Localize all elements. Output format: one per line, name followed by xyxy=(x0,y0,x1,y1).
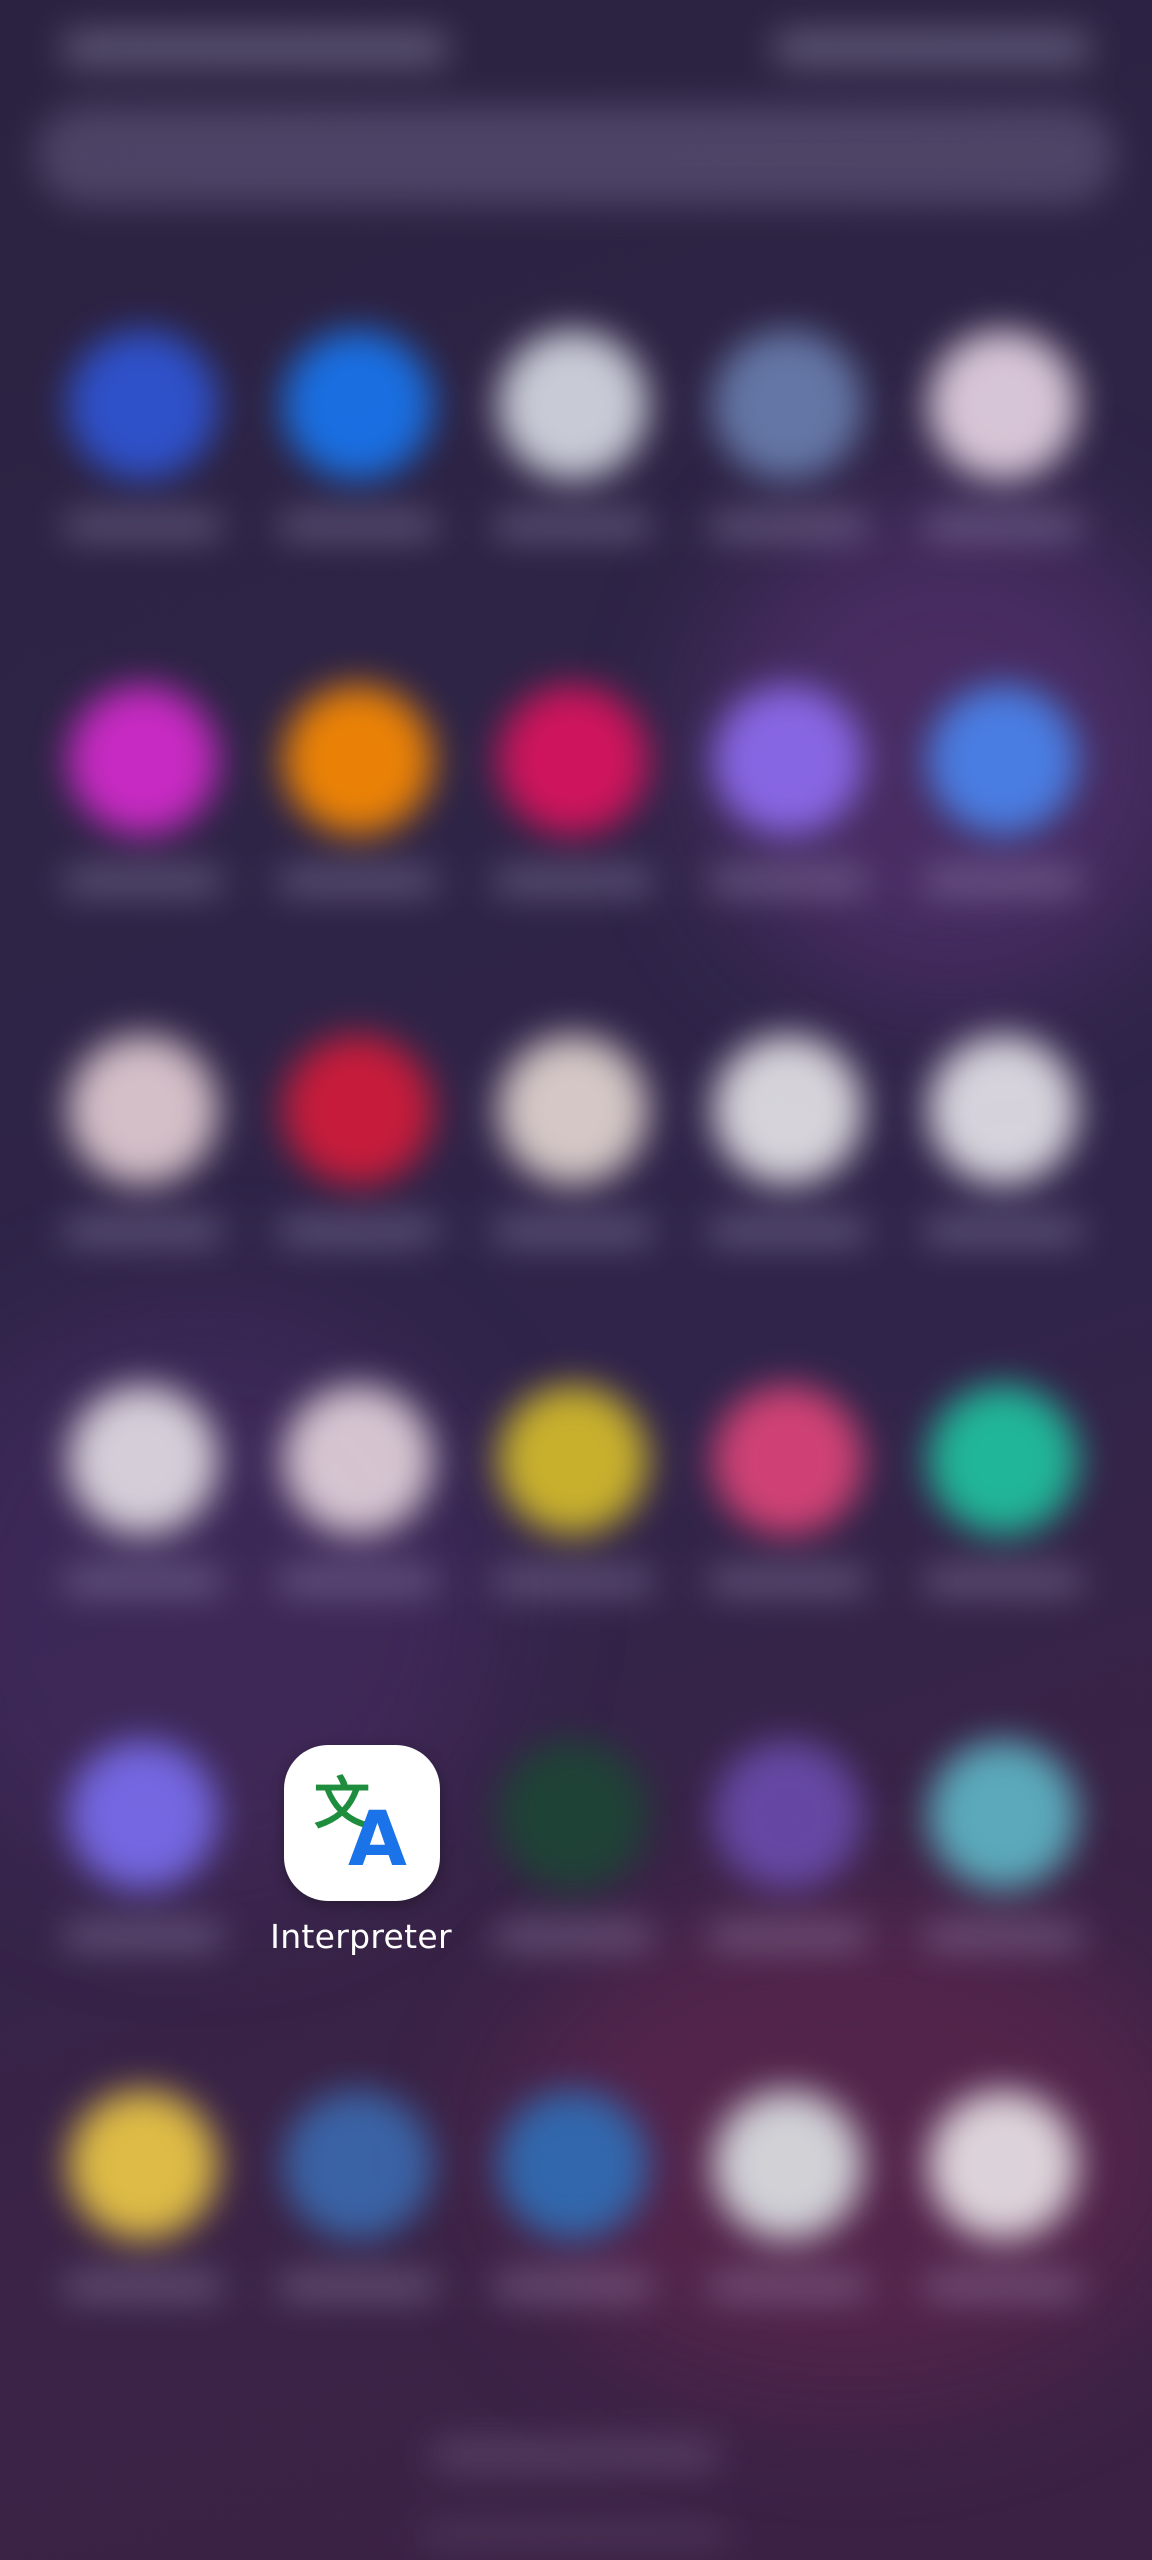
status-bar-right xyxy=(772,30,1092,66)
app-label-blurred xyxy=(493,515,653,537)
app-label-blurred xyxy=(278,870,438,892)
app-icon-blurred[interactable] xyxy=(908,330,1098,590)
app-icon-blurred[interactable] xyxy=(693,1385,883,1645)
app-icon-shape xyxy=(928,1035,1078,1185)
app-icon-shape xyxy=(498,1385,648,1535)
app-icon-blurred[interactable] xyxy=(908,1035,1098,1295)
app-label-blurred xyxy=(63,870,223,892)
app-label-blurred xyxy=(63,1220,223,1242)
app-icon-shape xyxy=(68,1035,218,1185)
app-icon-shape xyxy=(498,1035,648,1185)
app-icon-blurred[interactable] xyxy=(263,2090,453,2350)
app-icon-shape xyxy=(713,330,863,480)
app-label-blurred xyxy=(923,515,1083,537)
app-label-blurred xyxy=(923,870,1083,892)
app-icon-blurred[interactable] xyxy=(48,330,238,590)
app-icon-shape xyxy=(928,330,1078,480)
app-label-blurred xyxy=(278,515,438,537)
translate-icon: 文 A xyxy=(284,1745,440,1901)
app-icon-shape xyxy=(68,1385,218,1535)
app-label-blurred xyxy=(278,1570,438,1592)
app-icon-blurred[interactable] xyxy=(478,1385,668,1645)
app-icon-shape xyxy=(68,1740,218,1890)
app-icon-blurred[interactable] xyxy=(263,330,453,590)
app-label-blurred xyxy=(923,1925,1083,1947)
app-icon-blurred[interactable] xyxy=(693,330,883,590)
app-icon-blurred[interactable] xyxy=(48,2090,238,2350)
app-icon-shape xyxy=(713,685,863,835)
navigation-bar xyxy=(420,2525,730,2545)
app-icon-shape xyxy=(68,2090,218,2240)
app-label-blurred xyxy=(493,2275,653,2297)
app-icon-blurred[interactable] xyxy=(263,685,453,945)
app-label-blurred xyxy=(63,1925,223,1947)
app-icon-blurred[interactable] xyxy=(478,1035,668,1295)
app-icon-blurred[interactable] xyxy=(263,1385,453,1645)
app-label-blurred xyxy=(708,1570,868,1592)
app-icon-blurred[interactable] xyxy=(693,685,883,945)
app-icon-blurred[interactable] xyxy=(693,1035,883,1295)
app-icon-blurred[interactable] xyxy=(48,1385,238,1645)
app-icon-shape xyxy=(928,1385,1078,1535)
app-icon-shape xyxy=(68,330,218,480)
app-icon-shape xyxy=(498,685,648,835)
app-icon-blurred[interactable] xyxy=(478,330,668,590)
app-icon-blurred[interactable] xyxy=(48,1740,238,2000)
app-icon-shape xyxy=(713,1385,863,1535)
app-icon-shape xyxy=(498,1740,648,1890)
app-label-blurred xyxy=(708,2275,868,2297)
app-label-blurred xyxy=(493,1220,653,1242)
app-icon-shape xyxy=(498,2090,648,2240)
app-icon-shape xyxy=(283,330,433,480)
app-label-blurred xyxy=(708,515,868,537)
app-icon-blurred[interactable] xyxy=(48,1035,238,1295)
app-icon-shape xyxy=(498,330,648,480)
app-label-blurred xyxy=(708,1220,868,1242)
app-label-blurred xyxy=(923,1570,1083,1592)
app-icon-blurred[interactable] xyxy=(478,685,668,945)
app-label-blurred xyxy=(278,1220,438,1242)
app-label-blurred xyxy=(923,2275,1083,2297)
app-label-blurred xyxy=(493,1570,653,1592)
app-icon-blurred[interactable] xyxy=(908,1385,1098,1645)
app-label-blurred xyxy=(708,1925,868,1947)
app-label-blurred xyxy=(63,1570,223,1592)
app-icon-blurred[interactable] xyxy=(908,1740,1098,2000)
app-icon-blurred[interactable] xyxy=(908,2090,1098,2350)
app-icon-shape xyxy=(283,2090,433,2240)
app-icon-blurred[interactable] xyxy=(693,1740,883,2000)
app-icon-shape xyxy=(283,1385,433,1535)
app-icon-blurred[interactable] xyxy=(693,2090,883,2350)
app-icon-shape xyxy=(928,685,1078,835)
app-label: Interpreter xyxy=(270,1917,452,1956)
app-label-blurred xyxy=(63,2275,223,2297)
app-icon-shape xyxy=(713,1740,863,1890)
app-interpreter[interactable]: 文 A Interpreter xyxy=(270,1745,481,1965)
app-icon-shape xyxy=(928,2090,1078,2240)
app-label-blurred xyxy=(708,870,868,892)
app-icon-shape xyxy=(283,1035,433,1185)
app-label-blurred xyxy=(493,870,653,892)
app-label-blurred xyxy=(63,515,223,537)
app-label-blurred xyxy=(278,2275,438,2297)
app-icon-blurred[interactable] xyxy=(908,685,1098,945)
app-icon-blurred[interactable] xyxy=(478,1740,668,2000)
page-indicator xyxy=(430,2440,720,2470)
app-icon-shape xyxy=(68,685,218,835)
translate-icon-glyph-latin: A xyxy=(348,1794,407,1883)
app-label-blurred xyxy=(923,1220,1083,1242)
search-bar xyxy=(36,105,1116,205)
app-icon-shape xyxy=(283,685,433,835)
status-bar xyxy=(60,20,1092,80)
app-icon-shape xyxy=(928,1740,1078,1890)
blurred-home-screen xyxy=(0,0,1152,2560)
app-icon-blurred[interactable] xyxy=(263,1035,453,1295)
app-label-blurred xyxy=(493,1925,653,1947)
app-icon-shape xyxy=(713,1035,863,1185)
app-icon-shape xyxy=(713,2090,863,2240)
status-bar-left xyxy=(60,30,450,66)
app-icon-blurred[interactable] xyxy=(48,685,238,945)
app-icon-blurred[interactable] xyxy=(478,2090,668,2350)
